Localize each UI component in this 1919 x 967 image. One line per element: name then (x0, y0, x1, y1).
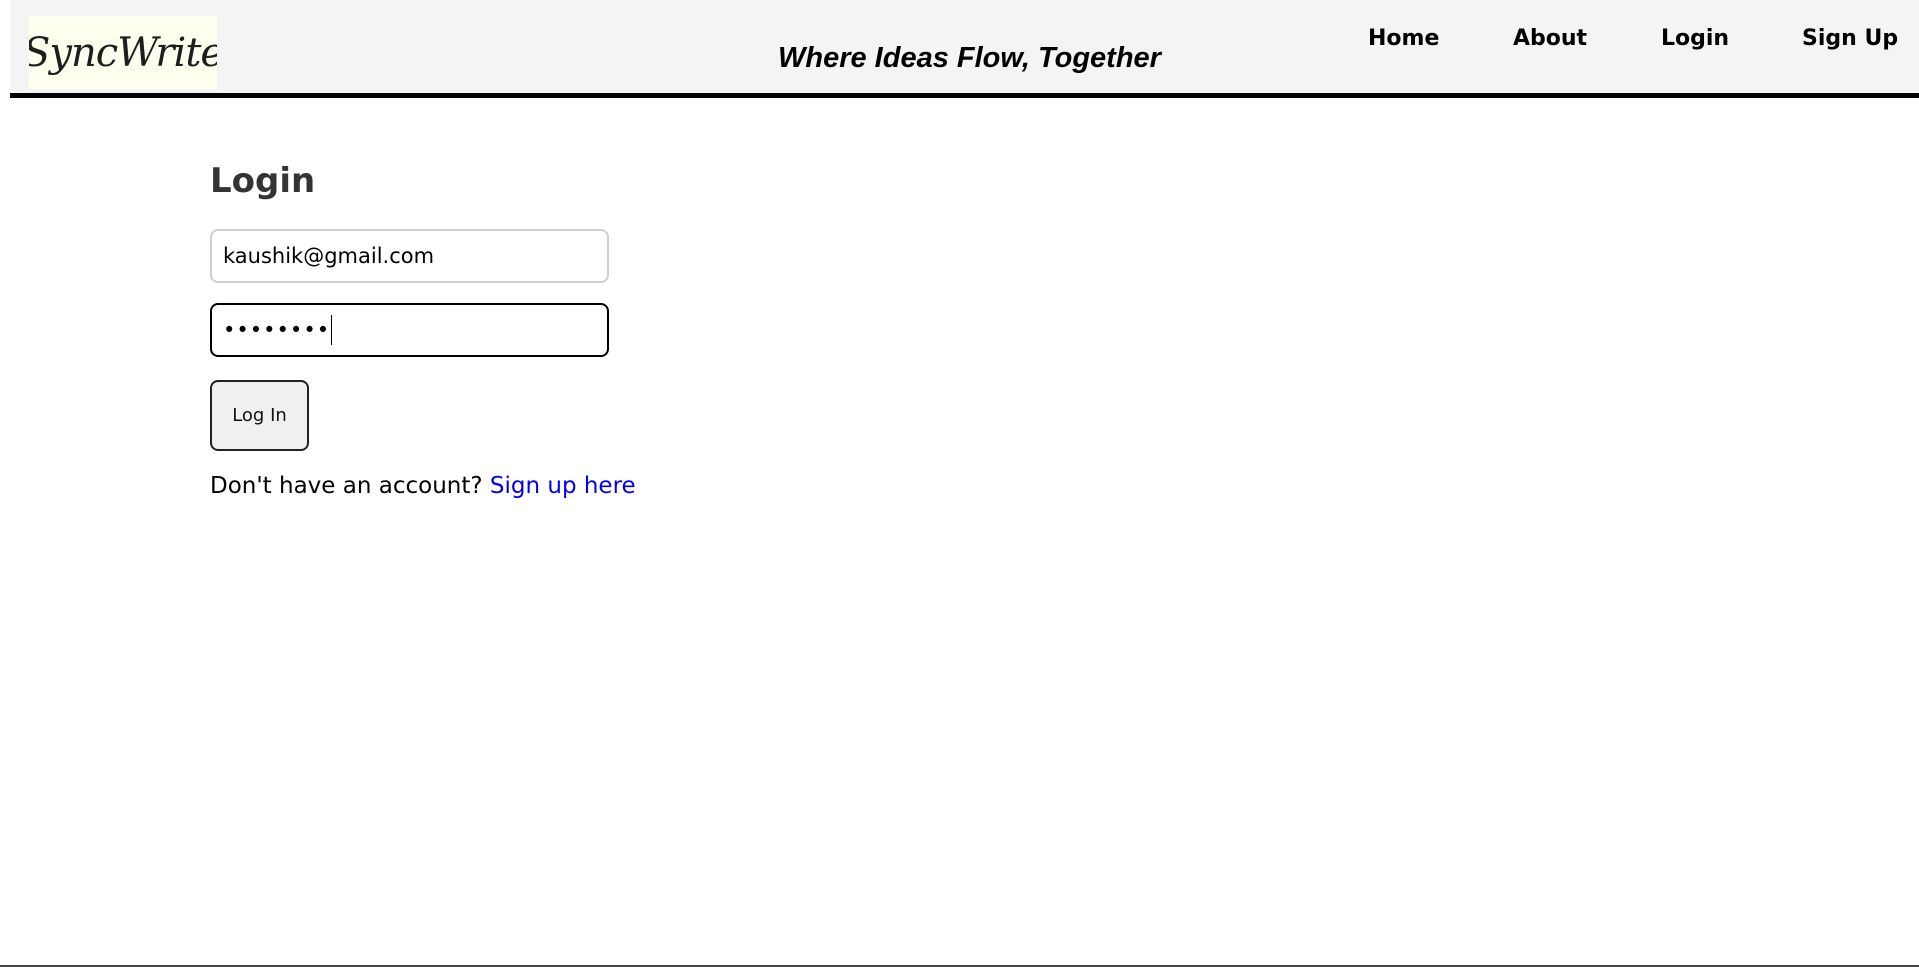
login-button[interactable]: Log In (210, 380, 309, 451)
page-title: Login (210, 161, 316, 201)
site-header: SyncWrite Where Ideas Flow, Together Hom… (10, 0, 1919, 98)
nav-login[interactable]: Login (1661, 26, 1729, 51)
login-form: Login •••••••• Log In Don't have an acco… (210, 158, 636, 499)
signup-prompt-line: Don't have an account? Sign up here (210, 473, 636, 499)
password-field[interactable]: •••••••• (210, 303, 609, 357)
logo-text: SyncWrite (29, 29, 217, 76)
signup-prompt: Don't have an account? (210, 473, 483, 499)
signup-link[interactable]: Sign up here (490, 473, 636, 499)
password-mask: •••••••• (223, 318, 331, 342)
nav-signup[interactable]: Sign Up (1802, 26, 1898, 51)
nav-home[interactable]: Home (1368, 26, 1439, 51)
nav-about[interactable]: About (1513, 26, 1587, 51)
logo[interactable]: SyncWrite (29, 16, 217, 89)
tagline: Where Ideas Flow, Together (778, 42, 1161, 74)
email-field[interactable] (210, 229, 609, 283)
text-caret (331, 315, 333, 345)
